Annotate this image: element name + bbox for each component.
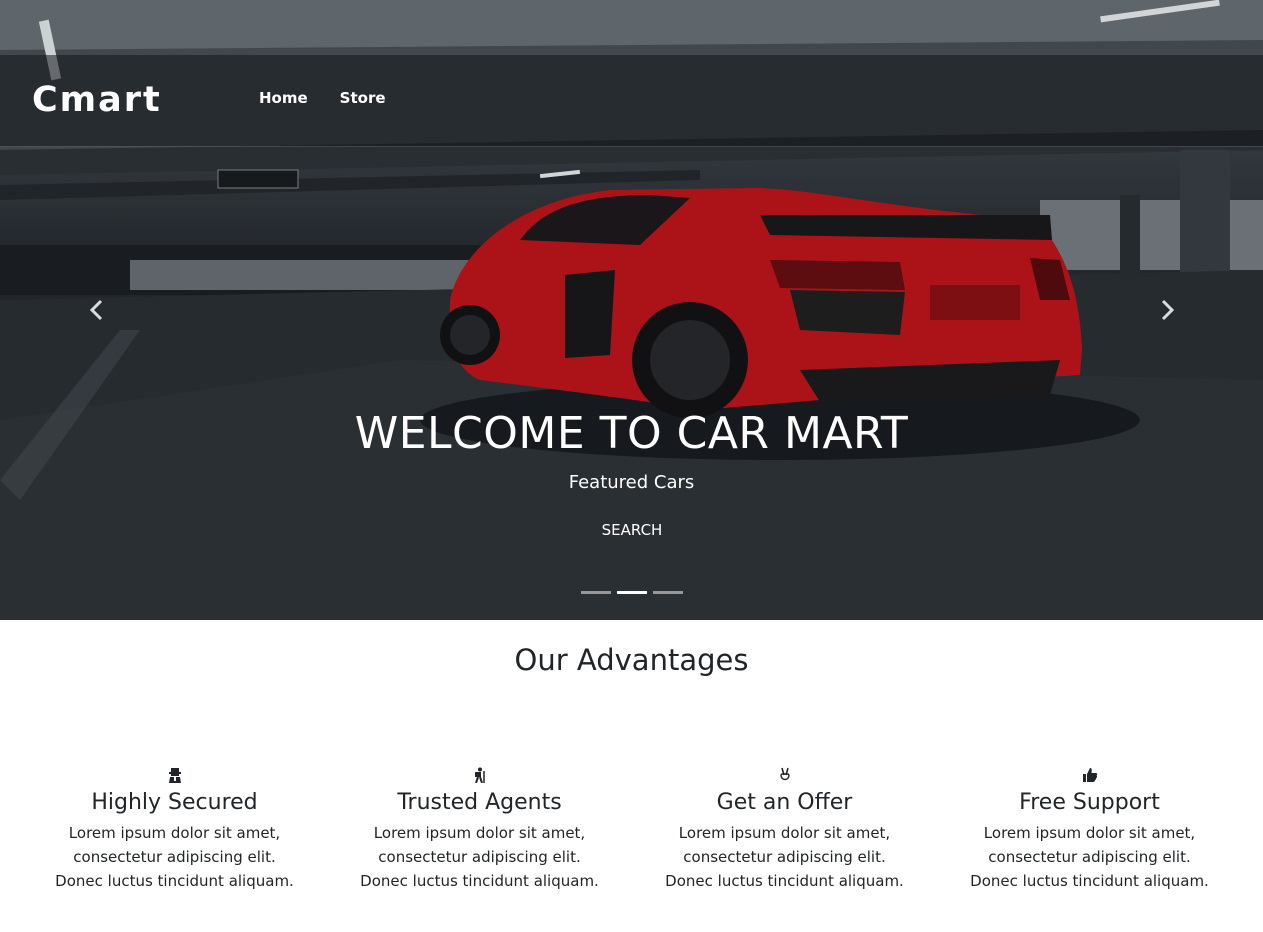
carousel-indicator-2[interactable] (617, 591, 647, 594)
brand-logo[interactable]: Cmart (32, 80, 162, 120)
carousel-indicators (581, 591, 683, 594)
hiking-icon (474, 767, 485, 783)
carousel-indicator-3[interactable] (653, 591, 683, 594)
carousel-next-button[interactable] (1155, 297, 1181, 323)
advantage-item-offer: Get an Offer Lorem ipsum dolor sit amet,… (632, 765, 937, 893)
nav-item-home[interactable]: Home (259, 88, 308, 108)
chevron-left-icon (89, 299, 103, 321)
navbar (0, 55, 1263, 147)
hero-carousel: Cmart Home Store WELCOME TO CAR MART Fea… (0, 0, 1263, 620)
advantage-title: Highly Secured (91, 790, 258, 815)
advantage-title: Free Support (1019, 790, 1160, 815)
carousel-indicator-1[interactable] (581, 591, 611, 594)
advantage-text: Lorem ipsum dolor sit amet, consectetur … (970, 824, 1209, 890)
advantage-item-secured: Highly Secured Lorem ipsum dolor sit ame… (22, 765, 327, 893)
victory-hand-icon (779, 767, 790, 781)
nav-item-store[interactable]: Store (340, 88, 386, 108)
user-secret-icon (168, 768, 181, 783)
search-button[interactable]: SEARCH (582, 517, 682, 543)
advantage-title: Trusted Agents (397, 790, 562, 815)
carousel-prev-button[interactable] (83, 297, 109, 323)
thumbs-up-icon (1082, 768, 1097, 782)
advantage-text: Lorem ipsum dolor sit amet, consectetur … (665, 824, 904, 890)
advantages-list: Highly Secured Lorem ipsum dolor sit ame… (22, 765, 1242, 893)
main-nav: Home Store (259, 88, 386, 108)
hero-subtitle: Featured Cars (568, 472, 695, 493)
hero-title: WELCOME TO CAR MART (354, 408, 909, 459)
chevron-right-icon (1161, 299, 1175, 321)
advantage-text: Lorem ipsum dolor sit amet, consectetur … (55, 824, 294, 890)
advantage-title: Get an Offer (716, 790, 853, 815)
advantage-item-agents: Trusted Agents Lorem ipsum dolor sit ame… (327, 765, 632, 893)
advantages-title: Our Advantages (514, 643, 749, 677)
advantage-text: Lorem ipsum dolor sit amet, consectetur … (360, 824, 599, 890)
advantage-item-support: Free Support Lorem ipsum dolor sit amet,… (937, 765, 1242, 893)
